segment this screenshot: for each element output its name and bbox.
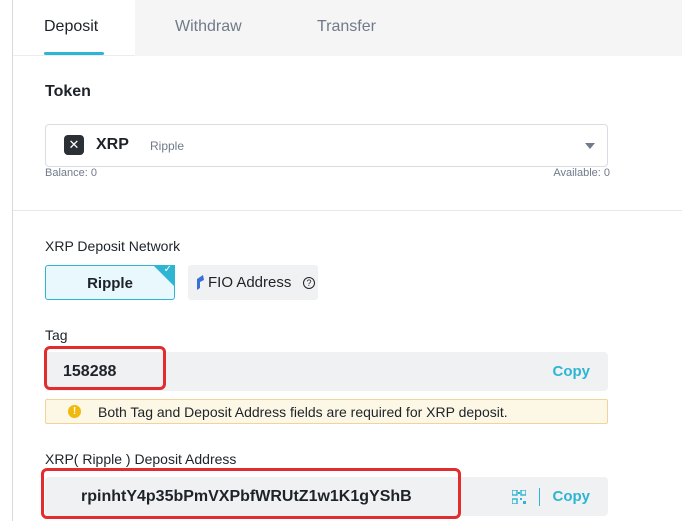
active-tab-indicator — [44, 52, 104, 55]
tag-label: Tag — [45, 327, 68, 343]
question-circle-icon[interactable]: ? — [303, 277, 315, 289]
copy-tag-button[interactable]: Copy — [553, 363, 591, 380]
deposit-panel: Deposit Withdraw Transfer Token ✕ XRP Ri… — [12, 0, 682, 521]
chevron-down-icon — [585, 143, 595, 149]
tag-highlight-box — [44, 346, 166, 390]
network-option-fio-address[interactable]: FIO Address ? — [188, 265, 318, 300]
copy-address-button[interactable]: Copy — [553, 488, 591, 505]
address-label: XRP( Ripple ) Deposit Address — [45, 451, 237, 467]
network-title: XRP Deposit Network — [45, 238, 181, 254]
xrp-logo-icon: ✕ — [64, 135, 84, 155]
balance-text: Balance: 0 — [45, 167, 97, 179]
token-select[interactable]: ✕ XRP Ripple — [45, 124, 608, 167]
token-label: Token — [45, 83, 91, 100]
token-name: Ripple — [150, 139, 185, 153]
warning-banner: ! Both Tag and Deposit Address fields ar… — [45, 399, 608, 424]
network-option-label: FIO Address — [208, 274, 292, 291]
network-option-ripple[interactable]: Ripple ✓ — [45, 264, 175, 300]
tab-withdraw[interactable]: Withdraw — [175, 18, 242, 36]
token-symbol: XRP — [96, 136, 129, 153]
address-highlight-box — [41, 468, 461, 519]
tab-deposit[interactable]: Deposit — [44, 18, 98, 36]
divider — [539, 488, 540, 506]
token-section: Token ✕ XRP Ripple Balance: 0 Available:… — [13, 56, 682, 211]
warning-text: Both Tag and Deposit Address fields are … — [98, 404, 508, 420]
fio-logo-icon — [197, 275, 204, 290]
available-text: Available: 0 — [553, 167, 610, 179]
tab-bar: Deposit Withdraw Transfer — [13, 0, 682, 56]
tab-transfer[interactable]: Transfer — [317, 18, 376, 36]
qr-code-icon[interactable] — [512, 490, 526, 504]
warning-icon: ! — [68, 405, 81, 418]
check-icon: ✓ — [163, 264, 172, 275]
